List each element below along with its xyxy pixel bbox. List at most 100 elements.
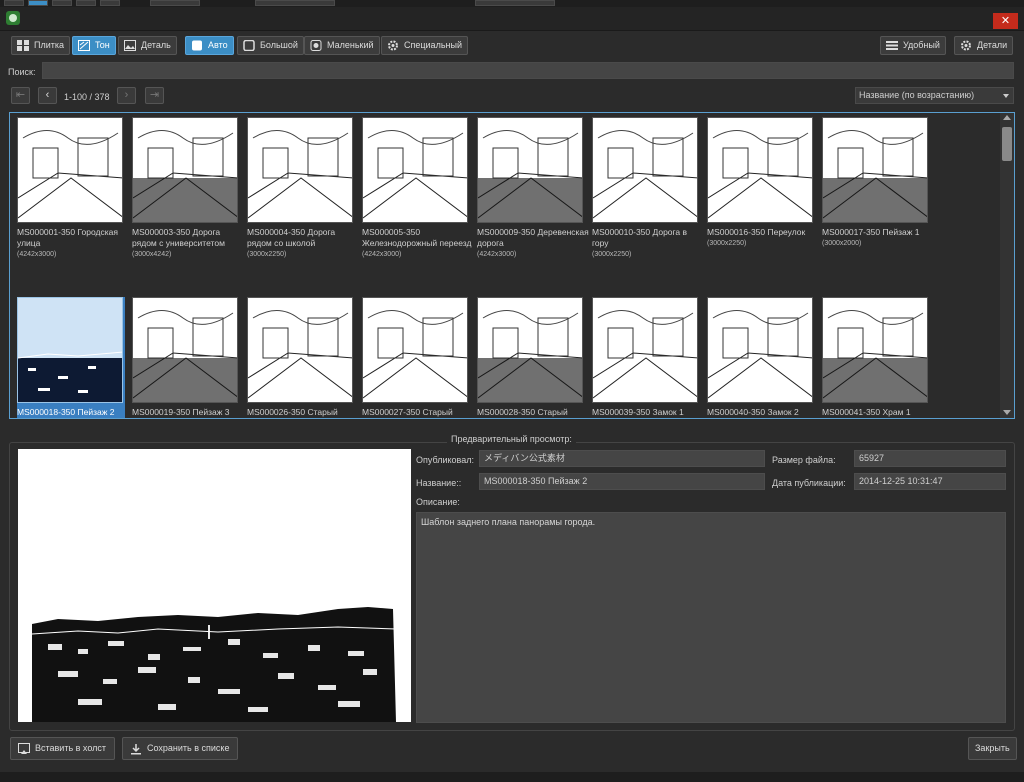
- taskbar-button[interactable]: [28, 0, 48, 6]
- taskbar-button[interactable]: [52, 0, 72, 6]
- material-tile[interactable]: MS000009-350 Деревенская дорога (4242x300…: [477, 117, 589, 258]
- size-large-label: Большой: [260, 40, 298, 50]
- view-tone-label: Тон: [95, 40, 110, 50]
- material-thumbnail[interactable]: [132, 117, 238, 223]
- material-name: MS000003-350 Дорога рядом с университето…: [132, 227, 225, 248]
- material-tile[interactable]: MS000010-350 Дорога в гору (3000x2250): [592, 117, 700, 258]
- grid-scrollbar[interactable]: [1000, 113, 1014, 418]
- material-tile[interactable]: MS000019-350 Пейзаж 3: [132, 297, 240, 418]
- material-name: MS000027-350 Старый: [362, 407, 453, 417]
- insert-canvas-icon: [18, 743, 30, 754]
- material-tile[interactable]: MS000039-350 Замок 1: [592, 297, 700, 418]
- material-tile[interactable]: MS000004-350 Дорога рядом со школой (3000…: [247, 117, 355, 258]
- material-thumbnail[interactable]: [132, 297, 238, 403]
- view-tile-label: Плитка: [34, 40, 65, 50]
- material-thumbnail[interactable]: [592, 297, 698, 403]
- taskbar-button[interactable]: [76, 0, 96, 6]
- material-tile[interactable]: MS000017-350 Пейзаж 1 (3000x2000): [822, 117, 930, 247]
- insert-label: Вставить в холст: [35, 743, 107, 753]
- insert-to-canvas-button[interactable]: Вставить в холст: [10, 737, 116, 760]
- material-tile-label: MS000017-350 Пейзаж 1 (3000x2000): [822, 227, 934, 249]
- material-thumbnail[interactable]: [17, 297, 123, 403]
- material-tile[interactable]: MS000028-350 Старый: [477, 297, 585, 418]
- close-button[interactable]: Закрыть: [968, 737, 1017, 760]
- material-tile-label: MS000039-350 Замок 1: [592, 407, 704, 418]
- size-special-button[interactable]: Специальный: [381, 36, 468, 55]
- square-auto-icon: [192, 40, 202, 51]
- details-button[interactable]: Детали: [954, 36, 1014, 55]
- view-detail-button[interactable]: Деталь: [118, 36, 177, 55]
- publisher-field: メディバン公式素材: [479, 450, 765, 467]
- convenient-view-button[interactable]: Удобный: [880, 36, 946, 55]
- material-tile[interactable]: MS000005-350 Железнодорожный переезд (424…: [362, 117, 471, 258]
- size-small-button[interactable]: Маленький: [304, 36, 380, 55]
- prev-page-button[interactable]: ‹: [38, 87, 57, 104]
- material-thumbnail[interactable]: [822, 297, 928, 403]
- taskbar-button[interactable]: [100, 0, 120, 6]
- taskbar-button[interactable]: [4, 0, 24, 6]
- last-page-button[interactable]: ⇥: [145, 87, 164, 104]
- material-tile[interactable]: MS000001-350 Городская улица (4242x3000): [17, 117, 125, 258]
- sort-value: Название (по возрастанию): [859, 90, 975, 100]
- material-tile[interactable]: MS000026-350 Старый: [247, 297, 355, 418]
- material-thumbnail[interactable]: [707, 297, 813, 403]
- material-tile-label: MS000010-350 Дорога в гору (3000x2250): [592, 227, 704, 260]
- size-auto-button[interactable]: Авто: [185, 36, 234, 55]
- material-name: MS000009-350 Деревенская дорога: [477, 227, 589, 248]
- window-close-button[interactable]: ✕: [993, 13, 1018, 29]
- image-icon: [124, 40, 136, 51]
- scroll-down-icon[interactable]: [1003, 410, 1011, 415]
- material-tile[interactable]: MS000018-350 Пейзаж 2: [17, 297, 125, 418]
- material-name: MS000019-350 Пейзаж 3: [132, 407, 230, 417]
- bottom-taskbar-strip: [0, 772, 1024, 782]
- first-page-button[interactable]: ⇤: [11, 87, 30, 104]
- size-small-label: Маленький: [327, 40, 374, 50]
- material-thumbnail[interactable]: [247, 297, 353, 403]
- material-tile-label: MS000027-350 Старый: [362, 407, 474, 418]
- material-thumbnail[interactable]: [707, 117, 813, 223]
- material-thumbnail[interactable]: [477, 117, 583, 223]
- material-tile-label: MS000003-350 Дорога рядом с университето…: [132, 227, 244, 260]
- name-field: MS000018-350 Пейзаж 2: [479, 473, 765, 490]
- material-tile[interactable]: MS000016-350 Переулок (3000x2250): [707, 117, 815, 247]
- description-label: Описание:: [416, 497, 460, 507]
- size-large-button[interactable]: Большой: [237, 36, 304, 55]
- sort-dropdown[interactable]: Название (по возрастанию): [855, 87, 1014, 104]
- next-page-button[interactable]: ›: [117, 87, 136, 104]
- taskbar-button[interactable]: [475, 0, 555, 6]
- material-thumbnail[interactable]: [592, 117, 698, 223]
- material-name: MS000004-350 Дорога рядом со школой: [247, 227, 336, 248]
- material-tile-label: MS000028-350 Старый: [477, 407, 589, 418]
- material-thumbnail[interactable]: [17, 117, 123, 223]
- convenient-view-label: Удобный: [903, 40, 940, 50]
- material-thumbnail[interactable]: [822, 117, 928, 223]
- material-tile[interactable]: MS000003-350 Дорога рядом с университето…: [132, 117, 240, 258]
- material-thumbnail[interactable]: [247, 117, 353, 223]
- description-field: Шаблон заднего плана панорамы города.: [416, 512, 1006, 723]
- chevron-down-icon: [1003, 94, 1009, 98]
- material-tile[interactable]: MS000041-350 Храм 1: [822, 297, 930, 418]
- search-input[interactable]: [42, 62, 1014, 79]
- view-tile-button[interactable]: Плитка: [11, 36, 71, 55]
- material-tile[interactable]: MS000040-350 Замок 2: [707, 297, 815, 418]
- material-thumbnail[interactable]: [362, 297, 468, 403]
- material-size: (3000x2250): [707, 240, 747, 247]
- taskbar-button[interactable]: [150, 0, 200, 6]
- material-name: MS000005-350 Железнодорожный переезд: [362, 227, 472, 248]
- scrollbar-thumb[interactable]: [1002, 127, 1012, 161]
- material-tile[interactable]: MS000027-350 Старый: [362, 297, 470, 418]
- material-thumbnail[interactable]: [362, 117, 468, 223]
- material-thumbnail[interactable]: [477, 297, 583, 403]
- preview-image: [18, 449, 411, 722]
- view-tone-button[interactable]: Тон: [72, 36, 116, 55]
- scroll-up-icon[interactable]: [1003, 115, 1011, 120]
- material-name: MS000041-350 Храм 1: [822, 407, 911, 417]
- save-to-list-button[interactable]: Сохранить в списке: [122, 737, 239, 760]
- material-size: (3000x4242): [132, 251, 172, 258]
- tile-icon: [17, 40, 29, 51]
- city-panorama-image: [31, 607, 397, 722]
- material-tile-label: MS000009-350 Деревенская дорога (4242x300…: [477, 227, 589, 260]
- dialog-title-bar: ✕: [0, 7, 1024, 31]
- taskbar-button[interactable]: [255, 0, 335, 6]
- material-tile-label: MS000041-350 Храм 1: [822, 407, 934, 418]
